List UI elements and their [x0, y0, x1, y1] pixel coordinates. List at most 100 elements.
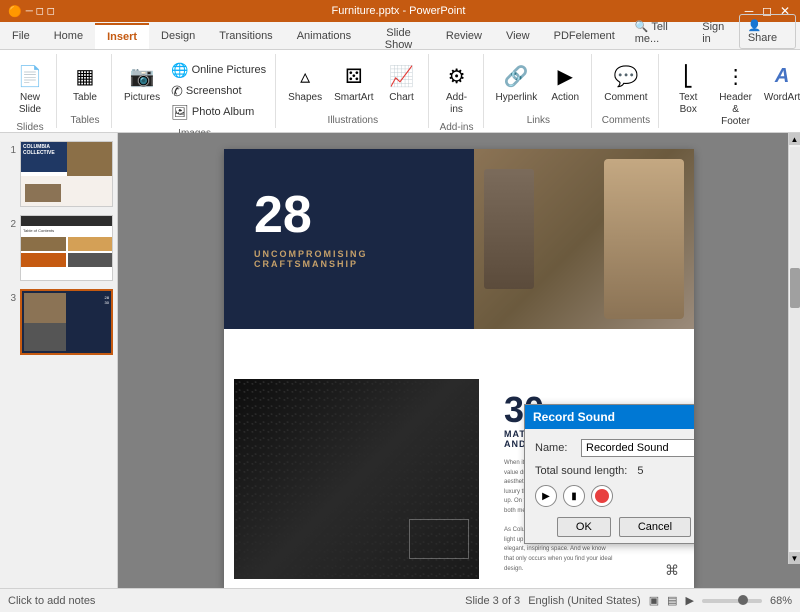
textbox-button[interactable]: ⎣ Text Box	[667, 58, 710, 118]
view-slide-sorter-icon[interactable]: ▤	[667, 594, 677, 607]
ribbon-content: 📄 New Slide Slides ▦ Table Tables 📷 Pict	[0, 50, 800, 132]
chart-button[interactable]: 📈 Chart	[382, 58, 422, 106]
tab-animations[interactable]: Animations	[285, 23, 363, 49]
ribbon-group-tables: ▦ Table Tables	[59, 54, 112, 128]
tab-file[interactable]: File	[0, 23, 42, 49]
dialog-name-row: Name:	[535, 439, 694, 457]
ribbon-group-text: ⎣ Text Box ⋮ Header& Footer A WordArt Ω …	[661, 54, 800, 128]
slide-thumb-3[interactable]: 3 2830	[4, 289, 113, 355]
s3-text: 2830	[105, 295, 109, 305]
new-slide-label: New Slide	[14, 92, 46, 116]
addins-label: Add-ins	[441, 92, 473, 116]
header-footer-button[interactable]: ⋮ Header& Footer	[714, 58, 757, 130]
ribbon-group-addins: ⚙ Add-ins Add-ins	[431, 54, 484, 128]
ok-button[interactable]: OK	[557, 517, 611, 537]
slide-photo-right	[474, 149, 694, 329]
tab-home[interactable]: Home	[42, 23, 95, 49]
tab-slideshow[interactable]: Slide Show	[363, 23, 434, 49]
view-normal-icon[interactable]: ▣	[649, 594, 659, 607]
header-footer-icon: ⋮	[720, 60, 752, 92]
online-pictures-button[interactable]: 🌐 Online Pictures	[168, 61, 269, 80]
dialog-name-label: Name:	[535, 442, 575, 454]
tab-transitions[interactable]: Transitions	[207, 23, 284, 49]
comment-icon: 💬	[610, 60, 642, 92]
slide-bottom-img	[234, 379, 479, 579]
stop-button[interactable]: ▮	[563, 485, 585, 507]
shapes-icon: ▵	[289, 60, 321, 92]
slide-num-1: 1	[4, 145, 16, 156]
view-reading-icon[interactable]: ▶	[686, 594, 694, 607]
pictures-button[interactable]: 📷 Pictures	[120, 58, 164, 106]
comment-button[interactable]: 💬 Comment	[600, 58, 651, 106]
table-button[interactable]: ▦ Table	[65, 58, 105, 106]
new-slide-button[interactable]: 📄 New Slide	[10, 58, 50, 118]
s2-content: Table of Contents	[21, 226, 112, 235]
slide-info: Slide 3 of 3	[465, 595, 520, 607]
slide-img-1: COLUMBIACOLLECTIVE	[20, 141, 113, 207]
wordart-icon: A	[766, 60, 798, 92]
addins-group-items: ⚙ Add-ins	[437, 54, 477, 122]
slide-num-2: 2	[4, 219, 16, 230]
chart-icon: 📈	[386, 60, 418, 92]
dialog-sound-length-label: Total sound length:	[535, 465, 627, 477]
click-to-add-notes[interactable]: Click to add notes	[8, 595, 95, 607]
zoom-slider[interactable]	[702, 599, 762, 603]
links-group-items: 🔗 Hyperlink ▶ Action	[492, 54, 586, 115]
smartart-button[interactable]: ⚄ SmartArt	[330, 58, 377, 106]
s1-logo-text: COLUMBIACOLLECTIVE	[23, 144, 55, 156]
scroll-down-button[interactable]: ▼	[789, 552, 800, 564]
wordart-button[interactable]: A WordArt	[761, 58, 800, 106]
slide-cursor: ⌘	[665, 562, 679, 579]
hyperlink-button[interactable]: 🔗 Hyperlink	[492, 58, 542, 106]
table-icon: ▦	[69, 60, 101, 92]
wordart-label: WordArt	[764, 92, 800, 104]
tab-design[interactable]: Design	[149, 23, 207, 49]
scroll-thumb[interactable]	[790, 268, 800, 308]
table-label: Table	[73, 92, 97, 104]
action-label: Action	[551, 92, 579, 104]
tab-review[interactable]: Review	[434, 23, 494, 49]
signin-button[interactable]: Sign in	[694, 17, 739, 49]
canvas-area: 28 UNCOMPROMISINGCRAFTSMANSHIP 30 MATERI…	[118, 133, 800, 588]
screenshot-button[interactable]: ✆ Screenshot	[168, 82, 269, 101]
comments-group-label: Comments	[602, 115, 650, 128]
photo-album-icon: 🖼	[171, 104, 189, 121]
slide-thumb-2[interactable]: 2 Table of Contents	[4, 215, 113, 281]
main-area: 1 COLUMBIACOLLECTIVE 2 Table of Contents	[0, 133, 800, 588]
cancel-button[interactable]: Cancel	[619, 517, 691, 537]
header-footer-label: Header& Footer	[718, 92, 753, 128]
ribbon: File Home Insert Design Transitions Anim…	[0, 22, 800, 133]
addins-icon: ⚙	[441, 60, 473, 92]
shapes-button[interactable]: ▵ Shapes	[284, 58, 326, 106]
slide-canvas: 28 UNCOMPROMISINGCRAFTSMANSHIP 30 MATERI…	[224, 149, 694, 588]
dialog-action-buttons: OK Cancel	[535, 517, 694, 537]
record-button[interactable]	[591, 485, 613, 507]
action-icon: ▶	[549, 60, 581, 92]
pictures-label: Pictures	[124, 92, 160, 104]
share-button[interactable]: 👤 Share	[739, 14, 796, 49]
addins-button[interactable]: ⚙ Add-ins	[437, 58, 477, 118]
smartart-icon: ⚄	[338, 60, 370, 92]
photo-album-button[interactable]: 🖼 Photo Album	[168, 103, 269, 122]
dialog-length-row: Total sound length: 5	[535, 465, 694, 477]
dialog-name-input[interactable]	[581, 439, 694, 457]
slide-img-3: 2830	[20, 289, 113, 355]
scroll-up-button[interactable]: ▲	[789, 133, 800, 145]
action-button[interactable]: ▶ Action	[545, 58, 585, 106]
slide-thumb-1[interactable]: 1 COLUMBIACOLLECTIVE	[4, 141, 113, 207]
textbox-icon: ⎣	[672, 60, 704, 92]
play-button[interactable]: ▶	[535, 485, 557, 507]
tab-pdfelement[interactable]: PDFelement	[542, 23, 627, 49]
tab-insert[interactable]: Insert	[95, 23, 149, 49]
tell-me-input[interactable]: 🔍 Tell me...	[627, 16, 694, 49]
dialog-title: Record Sound	[533, 410, 615, 424]
slides-group-items: 📄 New Slide	[10, 54, 50, 122]
vertical-scrollbar: ▲ ▼	[788, 133, 800, 564]
online-pictures-label: Online Pictures	[192, 64, 267, 76]
ribbon-group-images: 📷 Pictures 🌐 Online Pictures ✆ Screensho…	[114, 54, 276, 128]
tab-view[interactable]: View	[494, 23, 542, 49]
tables-group-items: ▦ Table	[65, 54, 105, 115]
slide-num-3: 3	[4, 293, 16, 304]
online-pictures-icon: 🌐	[171, 62, 188, 79]
slide-img-2: Table of Contents	[20, 215, 113, 281]
